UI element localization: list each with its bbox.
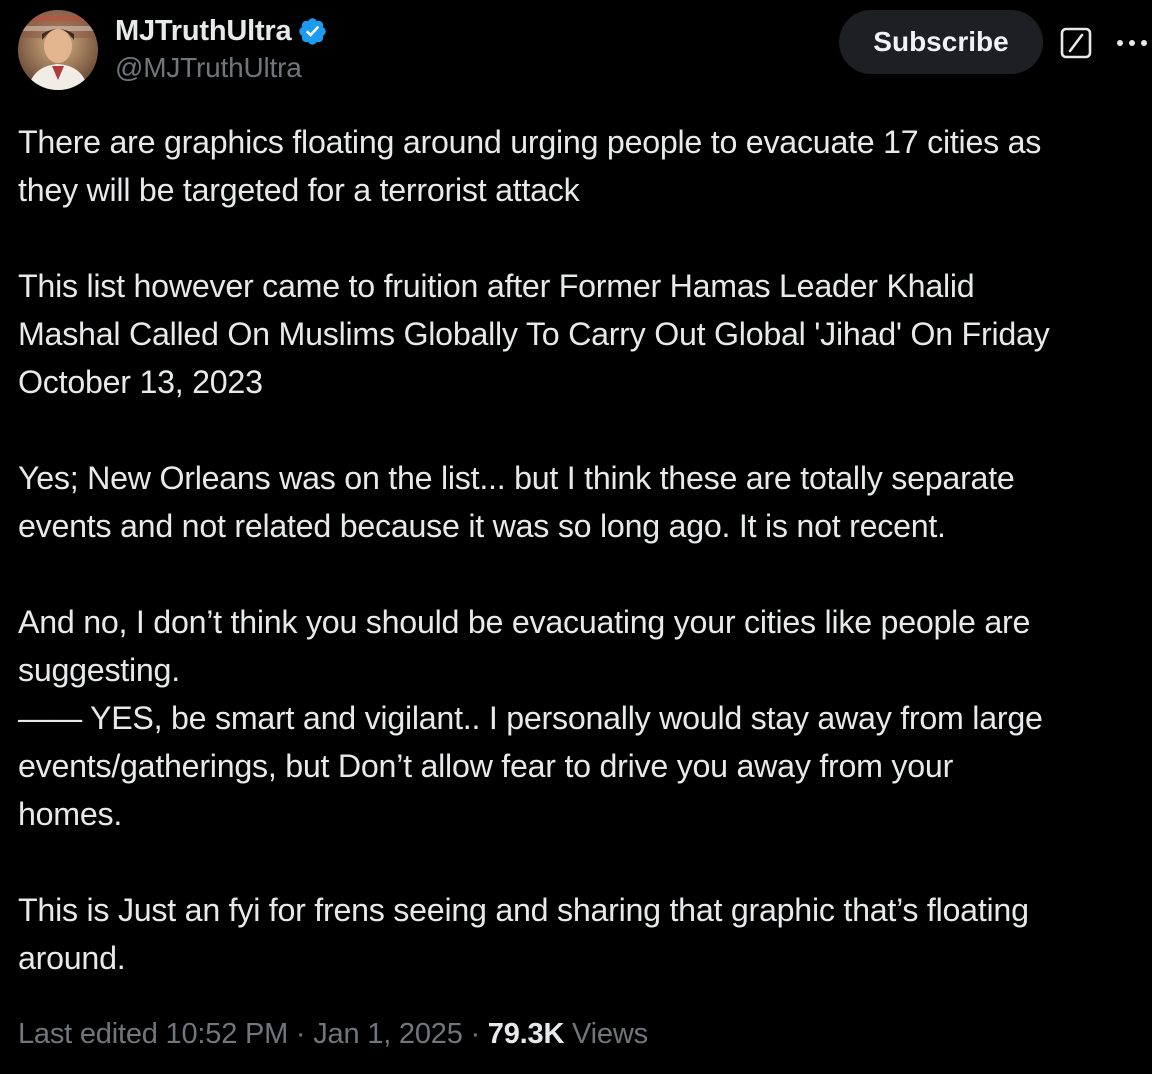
tweet-line: October 13, 2023	[18, 364, 263, 400]
views-count[interactable]: 79.3K	[488, 1018, 565, 1050]
tweet-line: around.	[18, 940, 126, 976]
tweet-text: There are graphics floating around urgin…	[18, 118, 1146, 982]
views-label[interactable]: Views	[572, 1018, 648, 1050]
tweet-line: Mashal Called On Muslims Globally To Car…	[18, 316, 1050, 352]
tweet: MJTruthUltra @MJTruthUltra Subscribe The…	[0, 0, 1152, 1074]
author-names: MJTruthUltra @MJTruthUltra	[115, 12, 328, 84]
tweet-header: MJTruthUltra @MJTruthUltra Subscribe	[18, 10, 1152, 94]
timestamp-date[interactable]: Jan 1, 2025	[313, 1018, 463, 1050]
tweet-line: This list however came to fruition after…	[18, 268, 975, 304]
tweet-line: —— YES, be smart and vigilant.. I person…	[18, 700, 1043, 736]
tweet-line: events and not related because it was so…	[18, 508, 946, 544]
tweet-line: This is Just an fyi for frens seeing and…	[18, 892, 1029, 928]
verified-badge-icon[interactable]	[297, 16, 328, 47]
author-handle[interactable]: @MJTruthUltra	[115, 52, 328, 84]
author-display-name[interactable]: MJTruthUltra	[115, 15, 292, 48]
tweet-meta: Last edited 10:52 PM · Jan 1, 2025 · 79.…	[18, 1012, 648, 1056]
grok-icon[interactable]	[1059, 26, 1093, 60]
tweet-line: suggesting.	[18, 652, 180, 688]
avatar-image	[18, 10, 98, 90]
tweet-line: homes.	[18, 796, 123, 832]
tweet-line: And no, I don’t think you should be evac…	[18, 604, 1031, 640]
timestamp-time[interactable]: 10:52 PM	[166, 1018, 289, 1050]
more-horizontal-icon[interactable]	[1112, 26, 1152, 60]
meta-separator: ·	[462, 1018, 488, 1050]
tweet-line: they will be targeted for a terrorist at…	[18, 172, 580, 208]
tweet-line: Yes; New Orleans was on the list... but …	[18, 460, 1015, 496]
tweet-line: events/gatherings, but Don’t allow fear …	[18, 748, 954, 784]
display-name-row: MJTruthUltra	[115, 12, 328, 50]
subscribe-button[interactable]: Subscribe	[839, 10, 1043, 74]
edited-prefix[interactable]: Last edited	[18, 1018, 158, 1050]
tweet-line: There are graphics floating around urgin…	[18, 124, 1042, 160]
avatar[interactable]	[18, 10, 98, 90]
meta-separator: ·	[288, 1018, 314, 1050]
